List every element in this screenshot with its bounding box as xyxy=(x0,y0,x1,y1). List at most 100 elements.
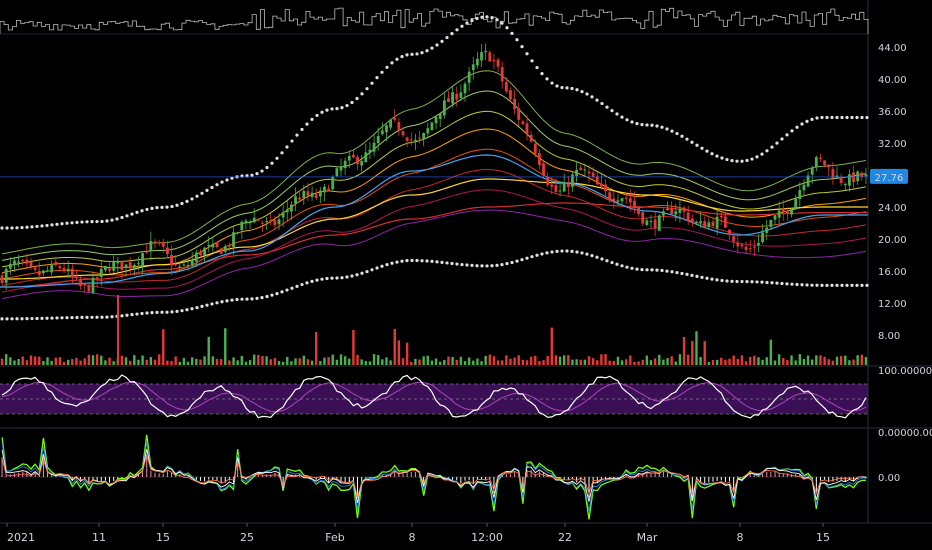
envelope-dot-upper xyxy=(350,100,354,105)
chart[interactable]: 44.0040.0036.0032.0028.0024.0020.0016.00… xyxy=(0,0,932,550)
volume-bar xyxy=(550,327,553,365)
envelope-dot-upper xyxy=(840,115,844,120)
candle-body xyxy=(380,130,384,135)
volume-bar xyxy=(761,359,764,365)
volume-bar xyxy=(525,360,529,365)
candle-body xyxy=(542,163,545,176)
envelope-dot-lower xyxy=(130,313,134,317)
envelope-dot-upper xyxy=(750,157,754,161)
candle-body xyxy=(637,206,640,214)
candle-body xyxy=(476,58,479,66)
candle-body xyxy=(748,248,752,250)
volume-bar xyxy=(695,331,698,365)
envelope-dot-lower xyxy=(610,260,614,265)
envelope-dot-lower xyxy=(195,306,199,310)
envelope-dot-lower xyxy=(520,258,524,262)
envelope-dot-lower xyxy=(5,317,9,321)
envelope-dot-lower xyxy=(850,283,854,287)
candle-body xyxy=(790,208,793,215)
candle-body xyxy=(496,59,500,67)
envelope-dot-upper xyxy=(680,134,684,138)
volume-bar xyxy=(794,360,797,365)
volume-bar xyxy=(9,357,12,365)
envelope-dot-upper xyxy=(675,131,679,136)
volume-bar xyxy=(513,357,516,365)
envelope-dot-lower xyxy=(230,298,234,302)
candle-body xyxy=(724,216,727,228)
volume-bar xyxy=(58,357,62,365)
volume-bar xyxy=(463,361,467,365)
envelope-dot-upper xyxy=(60,222,64,226)
candle-body xyxy=(104,265,107,271)
candle-body xyxy=(120,260,124,270)
volume-bar xyxy=(480,361,483,365)
envelope-dot-lower xyxy=(35,316,39,321)
envelope-dot-upper xyxy=(810,117,814,121)
candle-body xyxy=(666,208,669,211)
candle-body xyxy=(170,255,173,266)
candle-body xyxy=(25,259,29,264)
envelope-dot-lower xyxy=(45,316,49,320)
envelope-dot-lower xyxy=(775,281,779,285)
envelope-dot-upper xyxy=(685,137,689,141)
candle-body xyxy=(0,275,4,283)
envelope-dot-lower xyxy=(595,255,599,259)
candle-body xyxy=(8,263,12,269)
candle-body xyxy=(95,277,99,279)
envelope-dot-upper xyxy=(700,146,704,150)
volume-bar xyxy=(145,359,148,365)
candle-body xyxy=(814,157,818,168)
candle-body xyxy=(194,252,198,262)
volume-bar xyxy=(517,355,520,365)
candle-body xyxy=(153,241,157,243)
candle-body xyxy=(856,171,860,182)
volume-bar xyxy=(823,356,826,365)
envelope-dot-upper xyxy=(320,110,324,114)
envelope-dot-lower xyxy=(180,309,184,313)
envelope-dot-upper xyxy=(220,180,224,184)
candle-body xyxy=(715,216,719,229)
envelope-dot-upper xyxy=(650,123,654,127)
time-tick-label: Mar xyxy=(637,531,658,544)
candle-body xyxy=(360,160,364,166)
candle-body xyxy=(810,167,814,175)
envelope-dot-upper xyxy=(300,127,304,132)
envelope-dot-upper xyxy=(830,115,834,120)
envelope-dot-lower xyxy=(730,279,734,283)
volume-bar xyxy=(5,354,8,365)
volume-bar xyxy=(740,355,744,365)
candle-body xyxy=(228,245,231,247)
envelope-dot-upper xyxy=(0,226,4,230)
volume-bar xyxy=(422,356,425,365)
candle-body xyxy=(583,169,587,171)
envelope-dot-upper xyxy=(200,191,204,195)
volume-bar xyxy=(372,354,376,365)
candle-body xyxy=(566,184,570,187)
candle-body xyxy=(199,251,202,256)
envelope-dot-lower xyxy=(805,283,809,287)
candle-body xyxy=(211,243,215,248)
candle-body xyxy=(335,168,339,177)
envelope-dot-upper xyxy=(255,172,259,176)
volume-bar xyxy=(546,355,549,365)
volume-bar xyxy=(529,356,533,365)
candle-body xyxy=(4,268,8,283)
envelope-dot-upper xyxy=(380,70,384,74)
candle-body xyxy=(628,198,632,203)
volume-bar xyxy=(178,361,181,365)
price-tick-label: 12.00 xyxy=(878,299,907,310)
volume-bar xyxy=(186,361,190,365)
candle-body xyxy=(203,247,206,256)
envelope-dot-lower xyxy=(70,315,74,320)
envelope-dot-upper xyxy=(465,21,469,25)
envelope-dot-upper xyxy=(95,219,99,224)
volume-bar xyxy=(211,356,215,365)
envelope-dot-upper xyxy=(375,76,379,80)
envelope-dot-upper xyxy=(275,156,279,160)
candle-body xyxy=(385,125,388,133)
candle-body xyxy=(232,232,235,248)
candle-body xyxy=(339,166,343,171)
volume-bar xyxy=(71,359,74,365)
volume-bar xyxy=(736,358,739,365)
volume-bar xyxy=(368,361,372,365)
